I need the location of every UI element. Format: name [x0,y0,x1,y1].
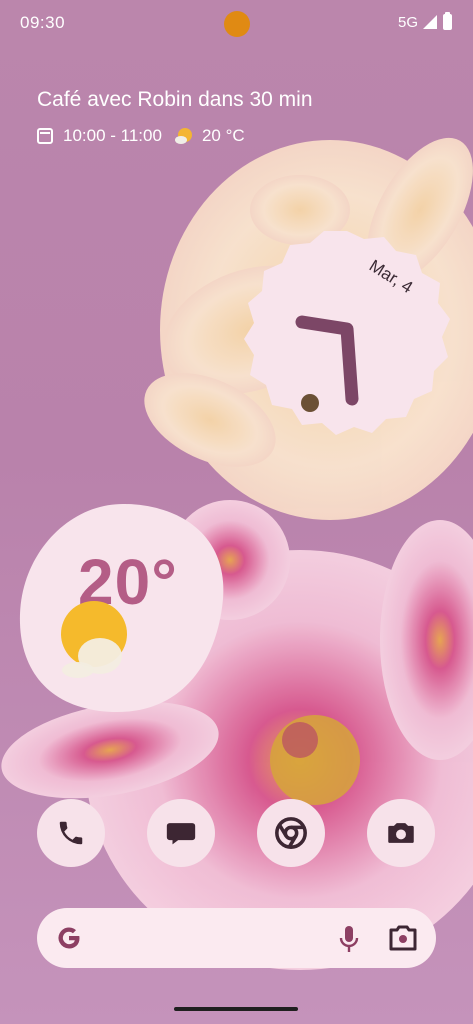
partly-sunny-small-icon [174,128,192,144]
glance-time-range: 10:00 - 11:00 [63,126,162,145]
at-a-glance-widget[interactable]: Café avec Robin dans 30 min 10:00 - 11:0… [37,88,313,146]
camera-icon [388,823,414,843]
clock-widget[interactable] [244,229,450,435]
lens-icon[interactable] [387,924,419,952]
camera-cutout-indicator [224,11,250,37]
network-type: 5G [397,14,418,31]
status-time: 09:30 [20,13,66,32]
messages-app-button[interactable] [147,799,215,867]
navigation-gesture-handle[interactable] [174,1007,298,1011]
google-g-logo[interactable] [55,924,83,952]
calendar-icon [37,128,53,144]
messages-icon [166,823,196,845]
chrome-app-button[interactable] [257,799,325,867]
search-bar[interactable] [37,908,436,968]
glance-temperature: 20 °C [201,126,245,145]
camera-app-button[interactable] [367,799,435,867]
battery-icon [443,12,452,30]
phone-app-button[interactable] [37,799,105,867]
phone-icon [59,821,83,845]
glance-event[interactable]: Café avec Robin dans 30 min [37,88,313,112]
mic-icon[interactable] [337,924,361,954]
app-dock [0,799,473,869]
clock-center-dot [301,394,319,412]
chrome-icon [275,817,307,849]
signal-icon [423,15,437,29]
status-bar: 09:30 5G [0,0,473,46]
partly-sunny-icon [61,601,127,678]
